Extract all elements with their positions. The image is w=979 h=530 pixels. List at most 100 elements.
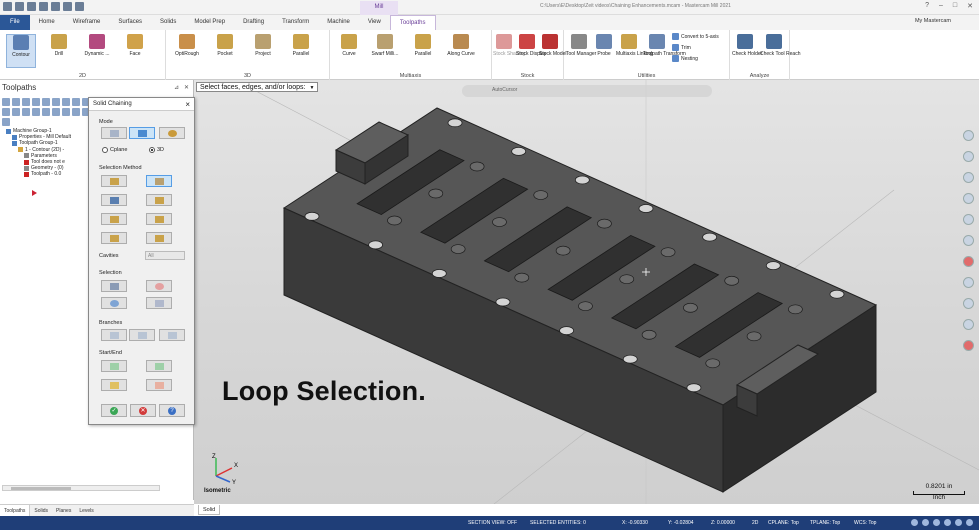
boss[interactable] — [514, 272, 530, 283]
regenerate-dirty-icon[interactable] — [32, 98, 40, 106]
analyze-icon[interactable] — [962, 340, 974, 351]
boss[interactable] — [555, 245, 571, 256]
branch-1-button[interactable] — [101, 329, 127, 341]
scroll-icon[interactable] — [72, 108, 80, 116]
tab-transform[interactable]: Transform — [273, 15, 318, 30]
close-icon[interactable]: ✕ — [967, 2, 973, 10]
tab-wireframe[interactable]: Wireframe — [64, 15, 110, 30]
start-button[interactable] — [101, 360, 127, 372]
dynamic-end-button[interactable] — [146, 379, 172, 391]
face-button[interactable]: Face — [120, 34, 150, 68]
cplane-status[interactable]: CPLANE: Top — [768, 520, 799, 526]
autocursor-label[interactable]: AutoCursor — [492, 87, 517, 93]
save-icon[interactable] — [27, 2, 36, 11]
select-button[interactable] — [101, 280, 127, 292]
check-tool-reach-button[interactable]: Check Tool Reach — [760, 34, 801, 68]
save-as-icon[interactable] — [39, 2, 48, 11]
mode-settings-button[interactable] — [159, 127, 185, 139]
toolpath-transform-button[interactable]: Toolpath Transform — [643, 34, 686, 68]
select-edge-button[interactable] — [101, 175, 127, 187]
pan-icon[interactable] — [962, 214, 974, 225]
boss[interactable] — [469, 161, 485, 172]
move-down-icon[interactable] — [42, 108, 50, 116]
along-curve-button[interactable]: Along Curve — [446, 34, 476, 68]
multiaxis-linking-button[interactable]: Multiaxis Linking — [616, 34, 653, 68]
selection-toolbar[interactable]: AutoCursor — [462, 85, 712, 97]
lock-icon[interactable] — [12, 108, 20, 116]
select-loop-button[interactable] — [146, 175, 172, 187]
rotate-icon[interactable] — [962, 193, 974, 204]
tab-model-prep[interactable]: Model Prep — [185, 15, 234, 30]
regenerate-icon[interactable] — [22, 98, 30, 106]
notch[interactable] — [638, 204, 654, 213]
graphics-viewport[interactable]: Select faces, edges, and/or loops: ▼ Auto… — [194, 80, 979, 504]
zoom-in-icon[interactable] — [962, 130, 974, 141]
view-top-icon[interactable] — [962, 235, 974, 246]
mode-wireframe-button[interactable] — [101, 127, 127, 139]
clear-colors-icon[interactable] — [962, 256, 974, 267]
pin-icon[interactable]: ⊿ — [174, 84, 179, 91]
mode-solid-button[interactable] — [129, 127, 155, 139]
help-icon[interactable]: ? — [925, 2, 929, 10]
zoom-out-icon[interactable] — [962, 151, 974, 162]
toggle-display-icon[interactable] — [22, 108, 30, 116]
redo-icon[interactable] — [75, 2, 84, 11]
optirough-button[interactable]: OptiRough — [172, 34, 202, 68]
shade-status-icon[interactable] — [933, 519, 940, 526]
undo-icon[interactable] — [63, 2, 72, 11]
notch[interactable] — [686, 383, 702, 393]
minimize-icon[interactable]: – — [939, 2, 943, 10]
project-button[interactable]: Project — [248, 34, 278, 68]
open-file-icon[interactable] — [15, 2, 24, 11]
move-up-icon[interactable] — [52, 108, 60, 116]
post-icon[interactable] — [72, 98, 80, 106]
select-hole-button[interactable] — [146, 232, 172, 244]
tab-file[interactable]: File — [0, 15, 30, 30]
wireframe-icon[interactable] — [962, 298, 974, 309]
stock-shading-button[interactable]: Stock Shading — [493, 34, 525, 68]
check-holder-button[interactable]: Check Holder — [732, 34, 762, 68]
select-feature-button[interactable] — [101, 213, 127, 225]
tab-toolpaths-manager[interactable]: Toolpaths — [0, 505, 31, 516]
tab-surfaces[interactable]: Surfaces — [109, 15, 151, 30]
backplot-icon[interactable] — [42, 98, 50, 106]
new-file-icon[interactable] — [3, 2, 12, 11]
tplane-status[interactable]: TPLANE: Top — [810, 520, 840, 526]
ok-button[interactable]: ✓ — [101, 404, 127, 417]
print-icon[interactable] — [51, 2, 60, 11]
section-view-icon[interactable] — [962, 319, 974, 330]
cancel-button[interactable]: ✕ — [130, 404, 156, 417]
insert-arrow-marker[interactable] — [32, 190, 37, 196]
simulate-icon[interactable] — [62, 98, 70, 106]
section-view-status[interactable]: SECTION VIEW: OFF — [468, 520, 517, 526]
cplane-radio[interactable]: Cplane — [102, 147, 127, 153]
help-toolpath-icon[interactable] — [2, 118, 10, 126]
boss[interactable] — [683, 302, 698, 313]
branch-2-button[interactable] — [129, 329, 155, 341]
fit-icon[interactable] — [962, 172, 974, 183]
select-face-button[interactable] — [101, 194, 127, 206]
globe-status-icon[interactable] — [911, 519, 918, 526]
notch[interactable] — [702, 232, 718, 242]
dialog-close-icon[interactable]: × — [185, 98, 190, 111]
parallel-multiaxis-button[interactable]: Parallel — [408, 34, 438, 68]
parallel-3d-button[interactable]: Parallel — [286, 34, 316, 68]
notch[interactable] — [559, 326, 574, 335]
reverse-button[interactable] — [146, 297, 172, 309]
notch[interactable] — [495, 297, 511, 307]
tab-machine[interactable]: Machine — [318, 15, 359, 30]
delete-icon[interactable] — [2, 108, 10, 116]
select-failed-icon[interactable] — [12, 98, 20, 106]
verify-icon[interactable] — [52, 98, 60, 106]
notch[interactable] — [765, 261, 781, 271]
viewport-tab-solid[interactable]: Solid — [198, 505, 221, 515]
probe-button[interactable]: Probe — [593, 34, 615, 68]
boss[interactable] — [450, 244, 466, 254]
pocket-button[interactable]: Pocket — [210, 34, 240, 68]
mode-status[interactable]: 2D — [752, 520, 758, 526]
boss[interactable] — [492, 217, 507, 227]
render-status-icon[interactable] — [944, 519, 951, 526]
cavities-select[interactable]: All — [145, 251, 185, 260]
tab-toolpaths[interactable]: Toolpaths — [389, 15, 436, 30]
tab-home[interactable]: Home — [30, 15, 64, 30]
